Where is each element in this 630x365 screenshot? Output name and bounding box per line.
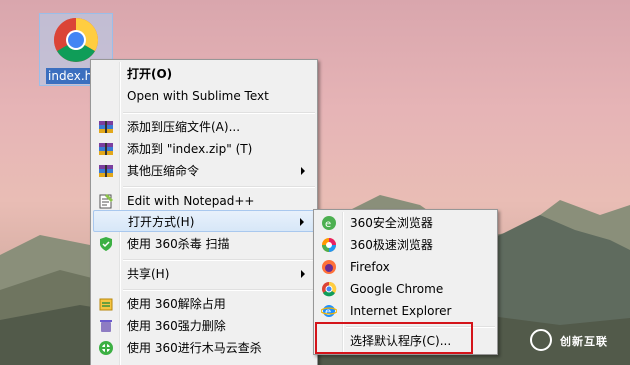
watermark-logo-icon (530, 329, 552, 351)
watermark-text: 创新互联 (560, 335, 608, 348)
menu-item-label: 360极速浏览器 (350, 238, 433, 252)
menu-item-label: Firefox (350, 260, 390, 274)
desktop-background: index.h 打开(O) Open with Sublime Text 添加到… (0, 0, 630, 365)
menu-item-open[interactable]: 打开(O) (93, 63, 315, 85)
chrome-icon (54, 18, 98, 62)
menu-item-360-unlock[interactable]: 使用 360解除占用 (93, 293, 315, 315)
menu-item-add-to-archive[interactable]: 添加到压缩文件(A)... (93, 116, 315, 138)
menu-item-label: Internet Explorer (350, 304, 452, 318)
submenu-arrow-icon (301, 167, 305, 175)
menu-item-share[interactable]: 共享(H) (93, 263, 315, 285)
360-scan-icon (99, 341, 113, 355)
menu-item-360-scan[interactable]: 使用 360杀毒 扫描 (93, 233, 315, 255)
submenu-item-internet-explorer[interactable]: e Internet Explorer (316, 300, 495, 322)
menu-item-open-sublime[interactable]: Open with Sublime Text (93, 85, 315, 107)
submenu-arrow-icon (301, 270, 305, 278)
menu-item-label: 使用 360进行木马云查杀 (127, 341, 262, 355)
svg-text:e: e (325, 219, 331, 230)
menu-separator (123, 186, 315, 188)
notepad-icon (99, 194, 113, 209)
menu-item-label: 360安全浏览器 (350, 216, 433, 230)
menu-item-label: 添加到 "index.zip" (T) (127, 142, 253, 156)
menu-item-label: 使用 360杀毒 扫描 (127, 237, 230, 251)
menu-item-label: 打开方式(H) (128, 215, 195, 229)
ie-icon: e (321, 305, 337, 318)
menu-item-label: 使用 360强力删除 (127, 319, 226, 333)
menu-separator (123, 112, 315, 114)
menu-item-label: 打开(O) (127, 67, 173, 81)
menu-separator (123, 259, 315, 261)
submenu-item-360-speed-browser[interactable]: 360极速浏览器 (316, 234, 495, 256)
menu-item-open-with[interactable]: 打开方式(H) (93, 210, 315, 232)
360-safe-browser-icon: e (322, 216, 336, 230)
chrome-icon (322, 281, 337, 297)
menu-item-add-to-zip[interactable]: 添加到 "index.zip" (T) (93, 138, 315, 160)
menu-separator (123, 289, 315, 291)
archive-icon (99, 143, 113, 155)
archive-icon (99, 121, 113, 133)
archive-icon (99, 165, 113, 177)
menu-item-label: Edit with Notepad++ (127, 194, 255, 208)
menu-item-label: 添加到压缩文件(A)... (127, 120, 241, 134)
highlight-box (315, 322, 473, 354)
menu-item-other-compress[interactable]: 其他压缩命令 (93, 160, 315, 182)
desktop-file-label: index.h (46, 68, 95, 84)
submenu-item-google-chrome[interactable]: Google Chrome (316, 278, 495, 300)
delete-icon (100, 320, 112, 332)
menu-item-label: 其他压缩命令 (127, 164, 200, 178)
watermark: 创新互联 (530, 327, 628, 357)
submenu-item-firefox[interactable]: Firefox (316, 256, 495, 278)
submenu-arrow-icon (300, 218, 304, 226)
menu-item-label: Open with Sublime Text (127, 89, 269, 103)
submenu-item-360-safe-browser[interactable]: e 360安全浏览器 (316, 212, 495, 234)
menu-item-360-trojan-scan[interactable]: 使用 360进行木马云查杀 (93, 337, 315, 359)
menu-item-360-delete[interactable]: 使用 360强力删除 (93, 315, 315, 337)
menu-item-label: 共享(H) (127, 267, 170, 281)
menu-item-label: Google Chrome (350, 282, 444, 296)
context-menu: 打开(O) Open with Sublime Text 添加到压缩文件(A).… (90, 59, 318, 365)
unlock-icon (99, 298, 113, 311)
firefox-icon (322, 260, 336, 274)
menu-item-label: 使用 360解除占用 (127, 297, 226, 311)
360-speed-browser-icon (322, 238, 336, 252)
menu-item-notepadpp[interactable]: Edit with Notepad++ (93, 190, 315, 212)
shield-icon (100, 237, 112, 251)
